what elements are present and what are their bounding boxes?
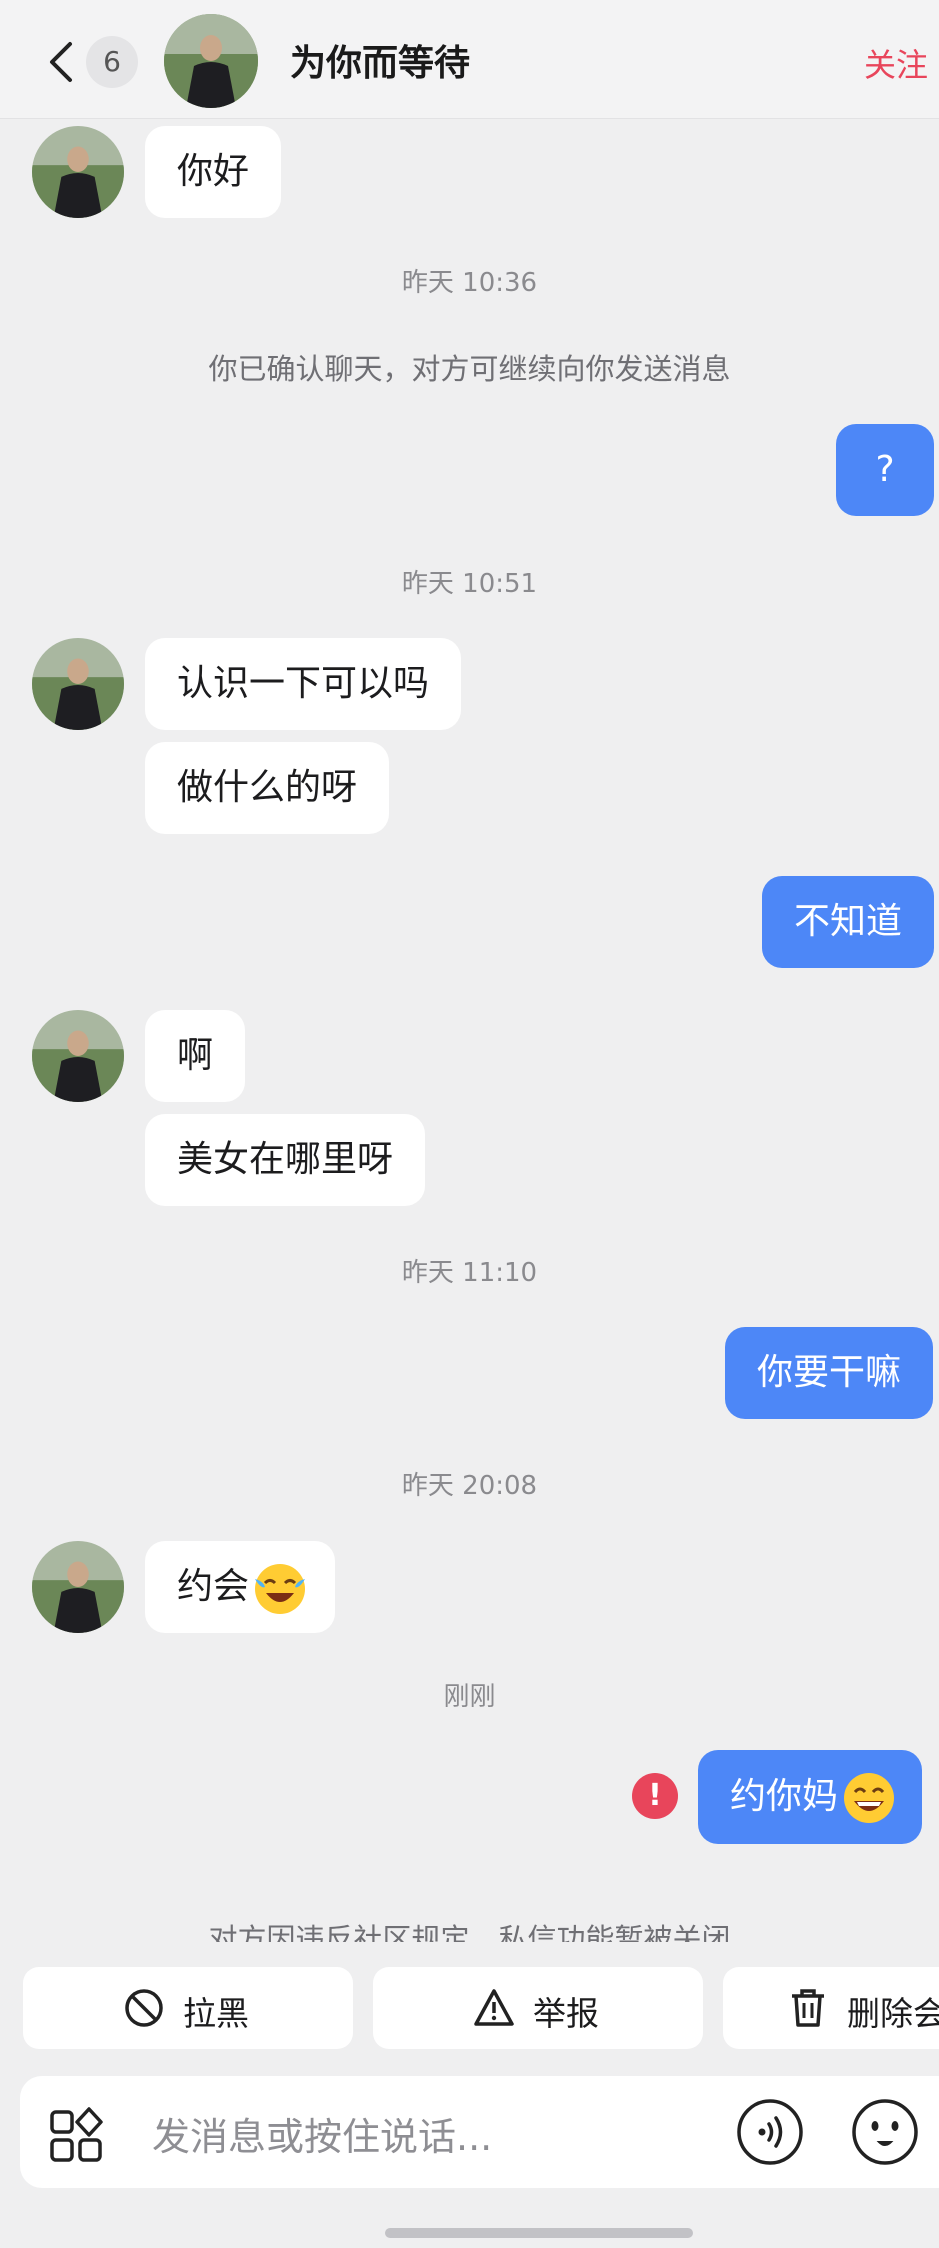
- report-button[interactable]: 举报: [373, 1967, 703, 2049]
- chat-header: 6 为你而等待 关注: [0, 0, 939, 119]
- outgoing-message[interactable]: 不知道: [762, 876, 935, 968]
- message-timestamp: 昨天 10:51: [401, 569, 538, 599]
- block-icon: [125, 1989, 163, 2027]
- restriction-notice-text: 对方因违反社区规定，私信功能暂被关闭: [208, 1922, 731, 1942]
- incoming-message[interactable]: 做什么的呀: [145, 742, 390, 834]
- delete-label: 删除会: [847, 1994, 939, 2033]
- sender-avatar[interactable]: [32, 1541, 124, 1633]
- message-input-bar: 发消息或按住说话...: [20, 2076, 939, 2188]
- contact-avatar[interactable]: [164, 14, 258, 108]
- incoming-message[interactable]: 认识一下可以吗: [145, 638, 462, 730]
- grinning-sweat-emoji-icon: [844, 1773, 895, 1823]
- message-text: 约会: [177, 1566, 250, 1607]
- back-arrow-icon[interactable]: [44, 40, 78, 84]
- block-label: 拉黑: [183, 1994, 249, 2033]
- incoming-message[interactable]: 啊: [145, 1010, 246, 1102]
- crying-laughing-emoji-icon: [255, 1564, 306, 1614]
- outgoing-message[interactable]: ?: [836, 424, 934, 516]
- message-input[interactable]: 发消息或按住说话...: [152, 2106, 492, 2161]
- system-notice: 你已确认聊天，对方可继续向你发送消息: [208, 352, 731, 386]
- sender-avatar[interactable]: [32, 1010, 124, 1102]
- unread-count-badge[interactable]: 6: [86, 36, 138, 88]
- outgoing-message[interactable]: 约你妈: [698, 1750, 923, 1844]
- message-timestamp: 刚刚: [443, 1682, 496, 1712]
- warning-icon: [474, 1989, 514, 2026]
- restriction-notice: 对方因违反社区规定，私信功能暂被关闭: [0, 1912, 939, 1942]
- incoming-message[interactable]: 美女在哪里呀: [145, 1114, 426, 1206]
- contact-name: 为你而等待: [290, 43, 471, 84]
- voice-input-icon[interactable]: [736, 2098, 804, 2166]
- outgoing-message[interactable]: 你要干嘛: [725, 1327, 934, 1419]
- sender-avatar[interactable]: [32, 638, 124, 730]
- home-indicator[interactable]: [385, 2228, 693, 2238]
- apps-grid-icon[interactable]: [48, 2106, 106, 2164]
- send-failed-icon[interactable]: !: [632, 1773, 678, 1819]
- emoji-picker-icon[interactable]: [851, 2098, 919, 2166]
- message-text: 约你妈: [730, 1776, 839, 1817]
- incoming-message[interactable]: 你好: [145, 126, 282, 218]
- trash-icon: [792, 1989, 824, 2027]
- message-timestamp: 昨天 20:08: [401, 1471, 538, 1501]
- delete-chat-button[interactable]: 删除会: [723, 1967, 939, 2049]
- sender-avatar[interactable]: [32, 126, 124, 218]
- message-timestamp: 昨天 11:10: [401, 1258, 538, 1288]
- report-label: 举报: [533, 1994, 599, 2033]
- message-timestamp: 昨天 10:36: [401, 268, 538, 298]
- incoming-message[interactable]: 约会: [145, 1541, 336, 1633]
- block-button[interactable]: 拉黑: [23, 1967, 353, 2049]
- follow-button[interactable]: 关注: [864, 40, 928, 86]
